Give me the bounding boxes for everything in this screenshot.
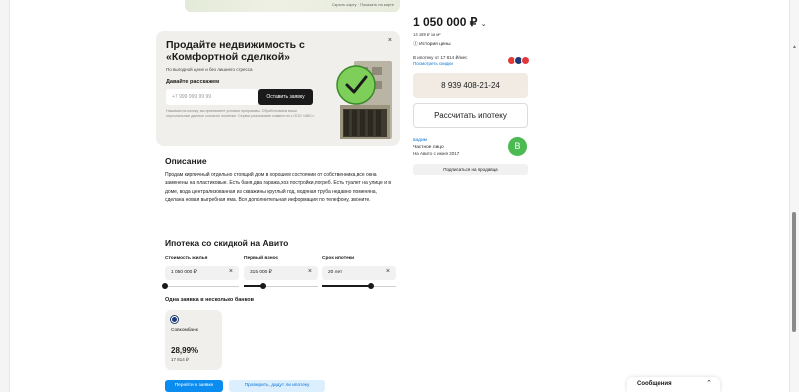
price[interactable]: 1 050 000 ₽ ⌄ bbox=[413, 15, 487, 29]
house-illustration bbox=[336, 61, 392, 139]
down-payment-slider[interactable] bbox=[244, 283, 318, 289]
bank-name: Совкомбанк bbox=[171, 328, 198, 333]
down-payment-value: 315 000 ₽ bbox=[250, 270, 272, 275]
close-icon[interactable]: × bbox=[388, 37, 392, 44]
slider-knob[interactable] bbox=[367, 283, 374, 289]
partner-banks-icons bbox=[507, 56, 531, 66]
clear-icon[interactable]: × bbox=[308, 268, 312, 275]
down-payment-label: Первый взнос bbox=[244, 256, 279, 261]
banks-title: Одна заявка в несколько банков bbox=[165, 297, 255, 303]
chevron-down-icon[interactable]: ⌄ bbox=[481, 21, 487, 28]
promo-title: Продайте недвижимость с «Комфортной сдел… bbox=[166, 39, 305, 63]
loan-term-slider[interactable] bbox=[322, 283, 396, 289]
show-phone-button[interactable]: 8 939 408-21-24 bbox=[413, 73, 528, 98]
slider-knob[interactable] bbox=[162, 283, 168, 289]
property-cost-slider[interactable] bbox=[162, 283, 239, 289]
price-value: 1 050 000 ₽ bbox=[413, 15, 478, 29]
avatar[interactable]: В bbox=[508, 137, 527, 156]
subscribe-seller-button[interactable]: Подписаться на продавца bbox=[413, 164, 528, 175]
mortgage-title: Ипотека со скидкой на Авито bbox=[165, 238, 289, 248]
bank-offer-card[interactable]: Совкомбанк 28,99% 17 814 ₽ bbox=[165, 310, 222, 370]
property-cost-label: Стоимость жилья bbox=[165, 256, 208, 261]
scrollbar[interactable] bbox=[789, 0, 799, 392]
calculate-mortgage-button[interactable]: Рассчитать ипотеку bbox=[413, 103, 528, 128]
property-cost-value: 1 050 000 ₽ bbox=[171, 270, 197, 275]
slider-knob[interactable] bbox=[259, 283, 266, 289]
loan-term-label: Срок ипотеки bbox=[322, 256, 355, 261]
slider-fill bbox=[322, 285, 371, 287]
bank-logo-icon bbox=[171, 316, 178, 323]
clear-icon[interactable]: × bbox=[229, 268, 233, 275]
messages-label: Сообщения bbox=[637, 381, 672, 387]
price-history-link[interactable]: Ⓘ История цены bbox=[413, 40, 451, 47]
chevron-up-icon[interactable]: ⌃ bbox=[706, 379, 712, 387]
promo-legal-text: Нажимая на кнопку, вы принимаете условия… bbox=[166, 109, 316, 118]
loan-term-value: 20 лет bbox=[328, 270, 343, 275]
page-left-edge bbox=[0, 0, 10, 392]
price-per-meter: 14 189 ₽ за м² bbox=[413, 32, 441, 37]
promo-subtitle: По выгодной цене и без лишнего стресса bbox=[166, 67, 253, 72]
property-cost-field[interactable]: 1 050 000 ₽ × bbox=[165, 266, 239, 280]
mortgage-discounts-link[interactable]: Посмотреть скидки bbox=[413, 61, 453, 66]
slider-rail bbox=[165, 286, 239, 287]
seller-name-link[interactable]: вадим bbox=[413, 138, 427, 143]
apply-button[interactable]: Перейти к заявке bbox=[165, 380, 223, 392]
promo-ask: Давайте расскажем bbox=[166, 79, 220, 85]
seller-type: Частное лицо bbox=[413, 145, 444, 150]
bank-rate: 28,99% bbox=[171, 346, 199, 355]
clear-icon[interactable]: × bbox=[386, 268, 390, 275]
promo-banner: Продайте недвижимость с «Комфортной сдел… bbox=[156, 31, 400, 146]
check-mortgage-button[interactable]: Проверить, дадут ли ипотеку bbox=[229, 380, 325, 392]
loan-term-field[interactable]: 20 лет × bbox=[322, 266, 396, 280]
seller-since: На Авито с июня 2017 bbox=[413, 151, 460, 156]
map-links[interactable]: Скрыть карту · Показать на карте bbox=[332, 2, 394, 7]
leave-request-button[interactable]: Оставить заявку bbox=[258, 89, 313, 105]
scrollbar-thumb[interactable] bbox=[792, 212, 796, 332]
promo-phone-input[interactable]: +7 999 999 99 99 bbox=[166, 89, 258, 105]
description-title: Описание bbox=[165, 156, 207, 166]
messages-widget[interactable]: Сообщения ⌃ bbox=[627, 377, 720, 392]
map-preview[interactable]: Скрыть карту · Показать на карте bbox=[185, 0, 400, 12]
bank-payment: 17 814 ₽ bbox=[171, 357, 189, 362]
bank-icon bbox=[521, 56, 530, 65]
description-text: Продам кирпичный отдельно стоящий дом в … bbox=[165, 172, 392, 203]
scroll-up-icon[interactable]: ▲ bbox=[792, 44, 797, 50]
down-payment-field[interactable]: 315 000 ₽ × bbox=[244, 266, 318, 280]
